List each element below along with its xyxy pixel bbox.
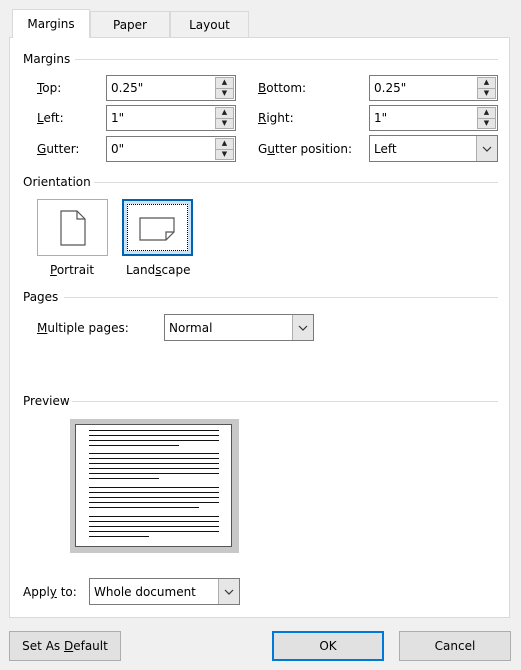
gutter-value[interactable]: 0" [111, 142, 124, 156]
spin-up-icon: ▲ [221, 139, 228, 148]
preview-line [89, 507, 199, 508]
portrait-label: Portrait [50, 263, 95, 277]
preview-line [89, 453, 219, 454]
spin-down-icon: ▼ [221, 149, 228, 158]
bottom-up-button[interactable]: ▲ [477, 77, 496, 89]
preview-line [89, 478, 159, 479]
spin-up-icon: ▲ [221, 78, 228, 87]
bottom-margin-spinner[interactable]: 0.25" ▲ ▼ [369, 75, 498, 101]
gutter-position-select[interactable]: Left [369, 135, 498, 162]
preview-line [89, 487, 219, 488]
preview-line [89, 445, 179, 446]
right-margin-spinner[interactable]: 1" ▲ ▼ [369, 105, 498, 131]
gutter-position-label: Gutter position: [258, 142, 353, 156]
right-down-button[interactable]: ▼ [477, 118, 496, 129]
preview-line [89, 497, 219, 498]
spin-up-icon: ▲ [483, 108, 490, 117]
spin-down-icon: ▼ [483, 88, 490, 97]
landscape-label: Landscape [126, 263, 191, 277]
orientation-divider [94, 182, 498, 183]
right-margin-value[interactable]: 1" [374, 111, 387, 125]
cancel-label: Cancel [434, 639, 476, 653]
preview-line [89, 473, 219, 474]
preview-line [89, 430, 219, 431]
preview-line [89, 526, 219, 527]
multiple-pages-value: Normal [169, 321, 213, 335]
bottom-margin-value[interactable]: 0.25" [374, 81, 406, 95]
ok-button[interactable]: OK [272, 631, 384, 661]
preview-line [89, 536, 149, 537]
portrait-button[interactable] [37, 199, 108, 256]
spin-down-icon: ▼ [483, 118, 490, 127]
spin-down-icon: ▼ [221, 118, 228, 127]
cancel-button[interactable]: Cancel [399, 631, 511, 661]
bottom-down-button[interactable]: ▼ [477, 88, 496, 99]
chevron-down-icon[interactable] [218, 579, 239, 604]
preview-line [89, 463, 219, 464]
top-up-button[interactable]: ▲ [215, 77, 234, 89]
gutter-label: Gutter: [37, 142, 80, 156]
multiple-pages-select[interactable]: Normal [164, 314, 314, 341]
left-margin-spinner[interactable]: 1" ▲ ▼ [106, 105, 236, 131]
left-down-button[interactable]: ▼ [215, 118, 234, 129]
top-label: Top: [37, 81, 62, 95]
gutter-up-button[interactable]: ▲ [215, 138, 234, 150]
preview-divider [72, 401, 498, 402]
orientation-section-title: Orientation [23, 175, 91, 189]
right-label: Right: [258, 111, 294, 125]
ok-label: OK [319, 639, 337, 653]
spin-down-icon: ▼ [221, 88, 228, 97]
pages-section-title: Pages [23, 290, 59, 304]
landscape-page-icon [138, 216, 175, 241]
portrait-page-icon [59, 209, 86, 246]
set-as-default-label: Set As Default [22, 639, 108, 653]
left-margin-value[interactable]: 1" [111, 111, 124, 125]
chevron-down-icon[interactable] [292, 315, 313, 340]
margins-divider [75, 59, 498, 60]
preview-line [89, 468, 219, 469]
preview-section-title: Preview [23, 394, 70, 408]
preview-line [89, 492, 219, 493]
preview-line [89, 502, 219, 503]
preview-line [89, 516, 219, 517]
left-up-button[interactable]: ▲ [215, 107, 234, 119]
apply-to-label: Apply to: [23, 585, 77, 599]
gutter-position-value: Left [374, 142, 397, 156]
preview-line [89, 435, 219, 436]
bottom-label: Bottom: [258, 81, 307, 95]
preview-page-thumbnail [75, 424, 232, 547]
chevron-down-icon[interactable] [476, 136, 497, 161]
left-label: Left: [37, 111, 64, 125]
apply-to-select[interactable]: Whole document [89, 578, 240, 605]
gutter-down-button[interactable]: ▼ [215, 149, 234, 160]
right-up-button[interactable]: ▲ [477, 107, 496, 119]
landscape-button[interactable] [122, 199, 193, 256]
apply-to-value: Whole document [94, 585, 196, 599]
preview-line [89, 440, 219, 441]
top-margin-value[interactable]: 0.25" [111, 81, 143, 95]
top-margin-spinner[interactable]: 0.25" ▲ ▼ [106, 75, 236, 101]
gutter-spinner[interactable]: 0" ▲ ▼ [106, 136, 236, 162]
margins-section-title: Margins [23, 52, 71, 66]
preview-line [89, 531, 219, 532]
top-down-button[interactable]: ▼ [215, 88, 234, 99]
multiple-pages-label: Multiple pages: [37, 321, 129, 335]
pages-divider [64, 297, 498, 298]
spin-up-icon: ▲ [483, 78, 490, 87]
preview-line [89, 521, 219, 522]
preview-line [89, 458, 219, 459]
spin-up-icon: ▲ [221, 108, 228, 117]
set-as-default-button[interactable]: Set As Default [9, 631, 121, 661]
